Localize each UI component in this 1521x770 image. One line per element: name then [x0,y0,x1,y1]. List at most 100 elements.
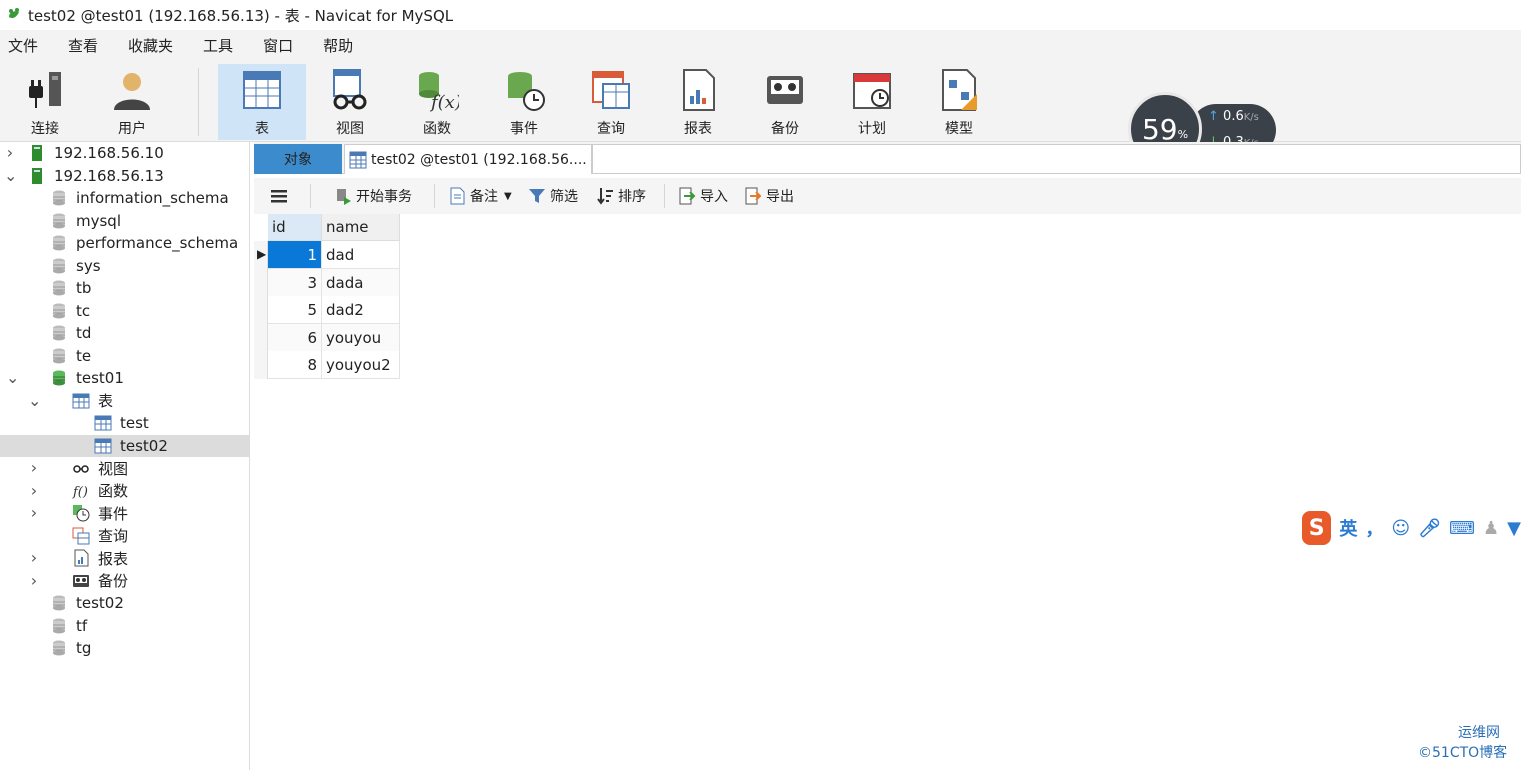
cell-name[interactable]: dada [322,268,400,297]
sort-button[interactable]: 排序 [596,186,646,206]
ime-punctuation[interactable]: ， [1365,515,1383,541]
toolbar-function-button[interactable]: f(x) 函数 [394,64,480,140]
tree-item--[interactable]: › 备份 [0,570,250,592]
toolbar-user-button[interactable]: 用户 [89,64,175,140]
cell-id[interactable]: 1 [268,241,322,269]
row-selector[interactable]: ▶ [254,241,268,269]
chevron-right-icon[interactable]: › [28,572,40,588]
shirt-icon[interactable]: ▼ [1507,518,1521,539]
tree-item-192-168-56-10[interactable]: › 192.168.56.10 [0,142,250,164]
tree-item--[interactable]: ⌄ 表 [0,390,250,412]
keyboard-icon[interactable]: ⌨ [1449,518,1475,539]
tree-item-label: 事件 [98,504,129,523]
tree-item-performance-schema[interactable]: performance_schema [0,232,250,254]
tree-item--[interactable]: › 报表 [0,547,250,569]
cell-name[interactable]: dad2 [322,296,400,324]
cell-name[interactable]: youyou2 [322,351,400,379]
chevron-right-icon[interactable]: › [4,145,16,161]
memo-button[interactable]: 备注 ▼ [448,186,512,206]
toolbar-model-button[interactable]: 模型 [916,64,1002,140]
sogou-logo-icon[interactable]: S [1302,511,1332,545]
filter-button[interactable]: 筛选 [528,186,578,206]
toolbar-report-button[interactable]: 报表 [655,64,741,140]
menu-favorites[interactable]: 收藏夹 [128,35,173,56]
chevron-down-icon[interactable]: ▼ [504,191,512,202]
filter-label: 筛选 [550,189,578,205]
menu-view[interactable]: 查看 [68,35,98,56]
tree-item-tc[interactable]: tc [0,300,250,322]
tree-item-192-168-56-13[interactable]: ⌄ 192.168.56.13 [0,165,250,187]
toolbar-view-button[interactable]: 视图 [307,64,393,140]
tree-item--[interactable]: › 视图 [0,457,250,479]
menu-help[interactable]: 帮助 [323,35,353,56]
chevron-down-icon[interactable]: ⌄ [4,167,17,183]
cell-name[interactable]: dad [322,241,400,269]
tree-item-tb[interactable]: tb [0,277,250,299]
tree-item-test02[interactable]: test02 [0,592,250,614]
cell-id[interactable]: 8 [268,351,322,379]
tree-item-tg[interactable]: tg [0,637,250,659]
menu-file[interactable]: 文件 [8,35,38,56]
toolbar-table-button[interactable]: 表 [218,64,306,140]
begin-transaction-button[interactable]: 开始事务 [334,186,412,206]
upload-arrow-icon: ↑ [1208,109,1219,124]
tree-item--[interactable]: › 事件 [0,502,250,524]
tree-item-te[interactable]: te [0,345,250,367]
chevron-right-icon[interactable]: › [28,482,40,498]
chevron-right-icon[interactable]: › [28,460,40,476]
window-title: test02 @test01 (192.168.56.13) - 表 - Nav… [28,6,454,25]
table-row[interactable]: 6 youyou [254,323,400,352]
tree-item-mysql[interactable]: mysql [0,210,250,232]
toolbar-backup-button[interactable]: 备份 [742,64,828,140]
toolbar-schedule-button[interactable]: 计划 [829,64,915,140]
upload-unit: K/s [1243,112,1259,123]
object-toolbar: 开始事务 备注 ▼ 筛选 排序 导入 导出 [254,178,1521,214]
table-row[interactable]: 8 youyou2 [254,351,400,379]
chevron-down-icon[interactable]: ⌄ [6,370,19,386]
table-row[interactable]: 3 dada [254,268,400,297]
cell-name[interactable]: youyou [322,323,400,352]
chevron-down-icon[interactable]: ⌄ [28,392,41,408]
toolbar-connection-button[interactable]: 连接 [2,64,88,140]
toolbar-event-button[interactable]: 事件 [481,64,567,140]
table-row[interactable]: 5 dad2 [254,296,400,324]
column-header-id[interactable]: id [268,214,322,241]
tree-item-tf[interactable]: tf [0,615,250,637]
cell-id[interactable]: 5 [268,296,322,324]
microphone-icon[interactable]: 🎤︎ [1418,518,1441,539]
chevron-right-icon[interactable]: › [28,550,40,566]
tab-objects[interactable]: 对象 [254,144,342,174]
menu-hamburger-button[interactable] [270,186,292,206]
tree-item--[interactable]: 查询 [0,525,250,547]
export-button[interactable]: 导出 [744,186,794,206]
tree-item--[interactable]: › f() 函数 [0,480,250,502]
toolbar-query-button[interactable]: 查询 [568,64,654,140]
user-icon[interactable]: ♟ [1483,518,1499,539]
memo-label: 备注 [470,189,498,205]
tree-item-td[interactable]: td [0,322,250,344]
ime-language[interactable]: 英 [1339,515,1357,541]
tree-item-information-schema[interactable]: information_schema [0,187,250,209]
tree-item-test02[interactable]: test02 [0,434,250,457]
cell-id[interactable]: 6 [268,323,322,352]
row-selector[interactable] [254,268,268,297]
column-header-name[interactable]: name [322,214,400,241]
ime-toolbar[interactable]: S 英 ， ☺ 🎤︎ ⌨ ♟ ▼ [1302,510,1521,546]
tree-item-sys[interactable]: sys [0,255,250,277]
cell-id[interactable]: 3 [268,268,322,297]
smiley-icon[interactable]: ☺ [1391,518,1410,539]
row-selector[interactable] [254,351,268,379]
view-icon [72,459,90,477]
import-button[interactable]: 导入 [678,186,728,206]
tab-table-test02[interactable]: test02 @test01 (192.168.56.... [344,144,592,174]
row-selector[interactable] [254,296,268,324]
menu-window[interactable]: 窗口 [263,35,293,56]
row-selector[interactable] [254,323,268,352]
menu-tools[interactable]: 工具 [203,35,233,56]
tree-item-test[interactable]: test [0,412,250,434]
tab-area-empty [592,144,1521,174]
tree-item-test01[interactable]: ⌄ test01 [0,367,250,389]
tree-item-label: tc [76,301,91,320]
chevron-right-icon[interactable]: › [28,505,40,521]
table-row[interactable]: ▶ 1 dad [254,241,400,269]
